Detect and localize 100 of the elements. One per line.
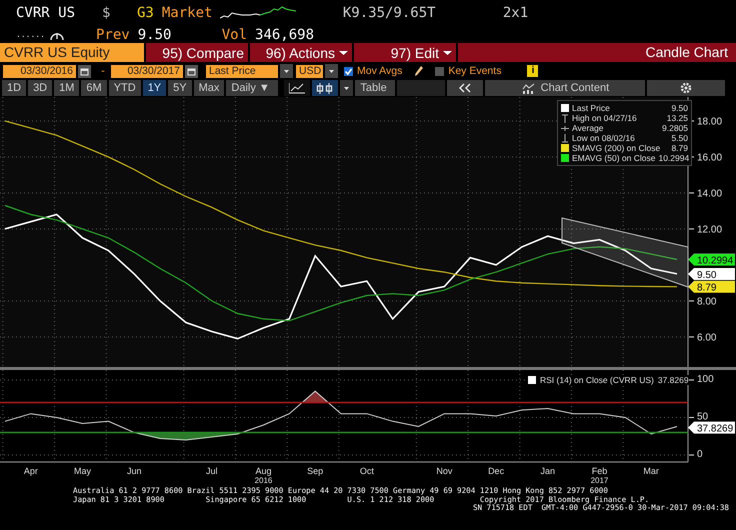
high-marker-icon [561, 114, 569, 122]
axis-label: 0 [688, 449, 703, 460]
settings-icon [680, 82, 692, 94]
y-tick-label: 8.00 [697, 296, 717, 308]
date-separator: - [100, 65, 106, 77]
legend-label: RSI (14) on Close (CVRR US) [540, 375, 654, 385]
currency-dropdown[interactable]: USD [296, 64, 323, 78]
legend-label: EMAVG (50) on Close [572, 153, 656, 163]
axis-label: 8.00 [688, 296, 716, 308]
axis-label: Dec [488, 466, 504, 476]
y-tick-label: 50 [697, 412, 709, 422]
end-date-field[interactable]: 03/30/2017 [111, 64, 183, 78]
axis-label: Sep [307, 466, 324, 476]
security-field[interactable]: CVRR US Equity [0, 43, 144, 62]
axis-label: Apr [24, 466, 38, 476]
bid-ask-quote: K9.35/9.65T [342, 5, 437, 21]
average-marker-icon [561, 124, 569, 132]
volume-label: Vol [222, 26, 248, 42]
value-tag: 10.2994 [688, 254, 735, 267]
line-chart-icon [289, 82, 306, 94]
prev-value: 9.50 [138, 26, 172, 42]
y-tick-label: 100 [697, 374, 714, 385]
source-code: G3 [137, 5, 154, 21]
legend-swatch[interactable] [561, 144, 569, 152]
menu-button[interactable]: 97) Edit [354, 43, 456, 62]
dropdown-icon[interactable] [280, 64, 293, 78]
view-title: Candle Chart [458, 43, 736, 62]
collapse-button[interactable] [447, 80, 484, 96]
dropdown-icon[interactable] [325, 64, 338, 78]
period-button[interactable]: 1Y [142, 80, 166, 96]
candlestick-icon [316, 82, 334, 94]
field-dropdown[interactable]: Last Price [206, 64, 278, 78]
legend-value: 13.25 [666, 113, 688, 123]
legend-swatch[interactable] [528, 376, 536, 384]
volume-value: 346,698 [255, 26, 314, 42]
low-marker-icon [561, 134, 569, 142]
axis-label: Jan [540, 466, 556, 476]
ticker: CVRR US [16, 5, 76, 21]
checkbox[interactable] [344, 66, 353, 76]
legend-value: 37.8269 [658, 375, 689, 385]
axis-label: Oct [360, 466, 374, 476]
axis-label: Feb [592, 466, 608, 476]
y-tick-label: 16.00 [697, 152, 722, 164]
period-button[interactable]: Max [194, 80, 224, 96]
period-button[interactable]: 1D [2, 80, 26, 96]
legend-swatch[interactable] [561, 104, 569, 112]
legend-label: Low on 08/02/16 [572, 133, 635, 143]
menu-button[interactable]: 95) Compare [146, 43, 248, 62]
period-button[interactable]: 6M [81, 80, 107, 96]
axis-label: 14.00 [688, 188, 722, 200]
legend-value: 8.79 [671, 143, 688, 153]
info-button[interactable]: i [527, 65, 538, 77]
chart-content-button[interactable]: Chart Content [485, 80, 646, 96]
y-tick-label: 18.00 [697, 116, 722, 128]
trend-channel-drawing[interactable] [562, 217, 688, 288]
table-button[interactable]: Table [355, 80, 396, 96]
menu-button[interactable]: 96) Actions [250, 43, 352, 62]
pencil-icon[interactable] [414, 65, 424, 77]
legend-label: Average [572, 123, 604, 133]
y-tick-label: 12.00 [697, 224, 722, 236]
axis-label: Nov [436, 466, 452, 476]
start-date-field[interactable]: 03/30/2016 [3, 64, 76, 78]
calendar-icon[interactable] [78, 64, 91, 78]
chart-icon [522, 82, 536, 94]
year-label: 2017 [590, 476, 608, 485]
caret-icon [443, 50, 452, 56]
source-label: Market [162, 5, 214, 21]
line-chart-button[interactable] [284, 80, 310, 96]
legend-label: High on 04/27/16 [572, 113, 637, 123]
period-button[interactable]: 3D [28, 80, 52, 96]
frequency-dropdown[interactable]: Daily ▼ [226, 80, 278, 96]
axis-label: 12.00 [688, 224, 722, 236]
checkbox[interactable] [435, 66, 444, 76]
y-tick-label: 14.00 [697, 188, 722, 200]
period-button[interactable]: YTD [108, 80, 141, 96]
value-tag: 9.50 [688, 268, 735, 281]
legend-label: SMAVG (200) on Close [572, 143, 660, 153]
axis-label: 100 [688, 374, 714, 385]
prev-label: Prev [96, 26, 130, 42]
settings-button[interactable] [647, 80, 726, 96]
overbought-area [302, 391, 328, 402]
axis-label: Mar [643, 466, 659, 476]
axis-label: Aug [255, 466, 272, 476]
legend-label: Last Price [572, 103, 610, 113]
period-button[interactable]: 5Y [168, 80, 192, 96]
legend-value: 9.50 [671, 103, 688, 113]
axis-label: 6.00 [688, 332, 716, 344]
value-tag: 37.8269 [688, 422, 735, 435]
legend-value: 10.2994 [658, 153, 690, 163]
axis-label: Jun [126, 466, 142, 476]
axis-label: May [74, 466, 92, 476]
axis-label: Jul [206, 466, 218, 476]
candle-chart-button[interactable] [312, 80, 338, 96]
y-tick-label: 6.00 [697, 332, 717, 344]
calendar-icon[interactable] [185, 64, 198, 78]
dropdown-icon[interactable] [340, 80, 354, 96]
legend-value: 9.2805 [662, 123, 688, 133]
axis-label: 50 [688, 412, 708, 422]
legend-swatch[interactable] [561, 154, 569, 162]
period-button[interactable]: 1M [54, 80, 80, 96]
